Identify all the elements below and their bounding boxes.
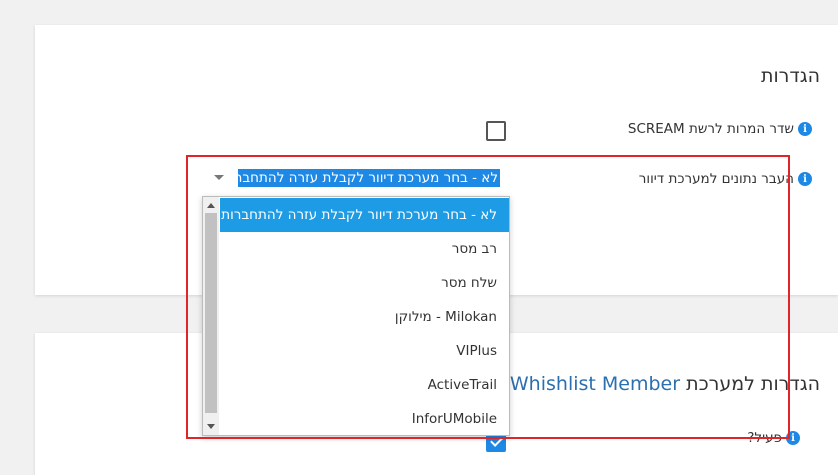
dropdown-option[interactable]: InforUMobile	[220, 402, 509, 436]
dropdown-option[interactable]: שלח מסר	[220, 266, 509, 300]
dropdown-scrollbar[interactable]	[203, 197, 219, 435]
scroll-down-arrow-icon[interactable]	[207, 424, 215, 429]
dropdown-option[interactable]: VIPlus	[220, 334, 509, 368]
title-prefix: הגדרות למערכת	[680, 373, 820, 395]
info-icon[interactable]: i	[798, 122, 812, 136]
active-row-label: i פעיל?	[747, 430, 800, 446]
scroll-up-arrow-icon[interactable]	[207, 203, 215, 208]
dropdown-option[interactable]: רב מסר	[220, 232, 509, 266]
title-brand: Whishlist Member	[509, 373, 681, 395]
dropdown-option[interactable]: Milokan - מילוקן	[220, 300, 509, 334]
mailing-row-label: i העבר נתונים למערכת דיוור	[639, 171, 812, 187]
active-label: פעיל?	[747, 430, 782, 446]
mailing-dropdown-list[interactable]: לא - בחר מערכת דיוור לקבלת עזרה להתחברות…	[202, 196, 510, 436]
scream-row-label: i שדר המרות לרשת SCREAM	[628, 121, 812, 137]
scream-checkbox[interactable]	[486, 121, 506, 141]
scream-label: שדר המרות לרשת SCREAM	[627, 121, 794, 137]
mailing-select[interactable]: לא - בחר מערכת דיוור לקבלת עזרה להתחברות	[238, 169, 500, 187]
scroll-thumb[interactable]	[205, 213, 217, 413]
info-icon[interactable]: i	[798, 172, 812, 186]
dropdown-option[interactable]: לא - בחר מערכת דיוור לקבלת עזרה להתחברות	[220, 198, 509, 232]
chevron-down-icon[interactable]	[214, 175, 224, 180]
dropdown-options: לא - בחר מערכת דיוור לקבלת עזרה להתחברות…	[220, 198, 509, 436]
whishlist-settings-title: הגדרות למערכת Whishlist Member	[510, 373, 820, 395]
info-icon[interactable]: i	[786, 431, 800, 445]
settings-title: הגדרות	[760, 65, 820, 87]
dropdown-option[interactable]: ActiveTrail	[220, 368, 509, 402]
mailing-label: העבר נתונים למערכת דיוור	[638, 171, 794, 187]
